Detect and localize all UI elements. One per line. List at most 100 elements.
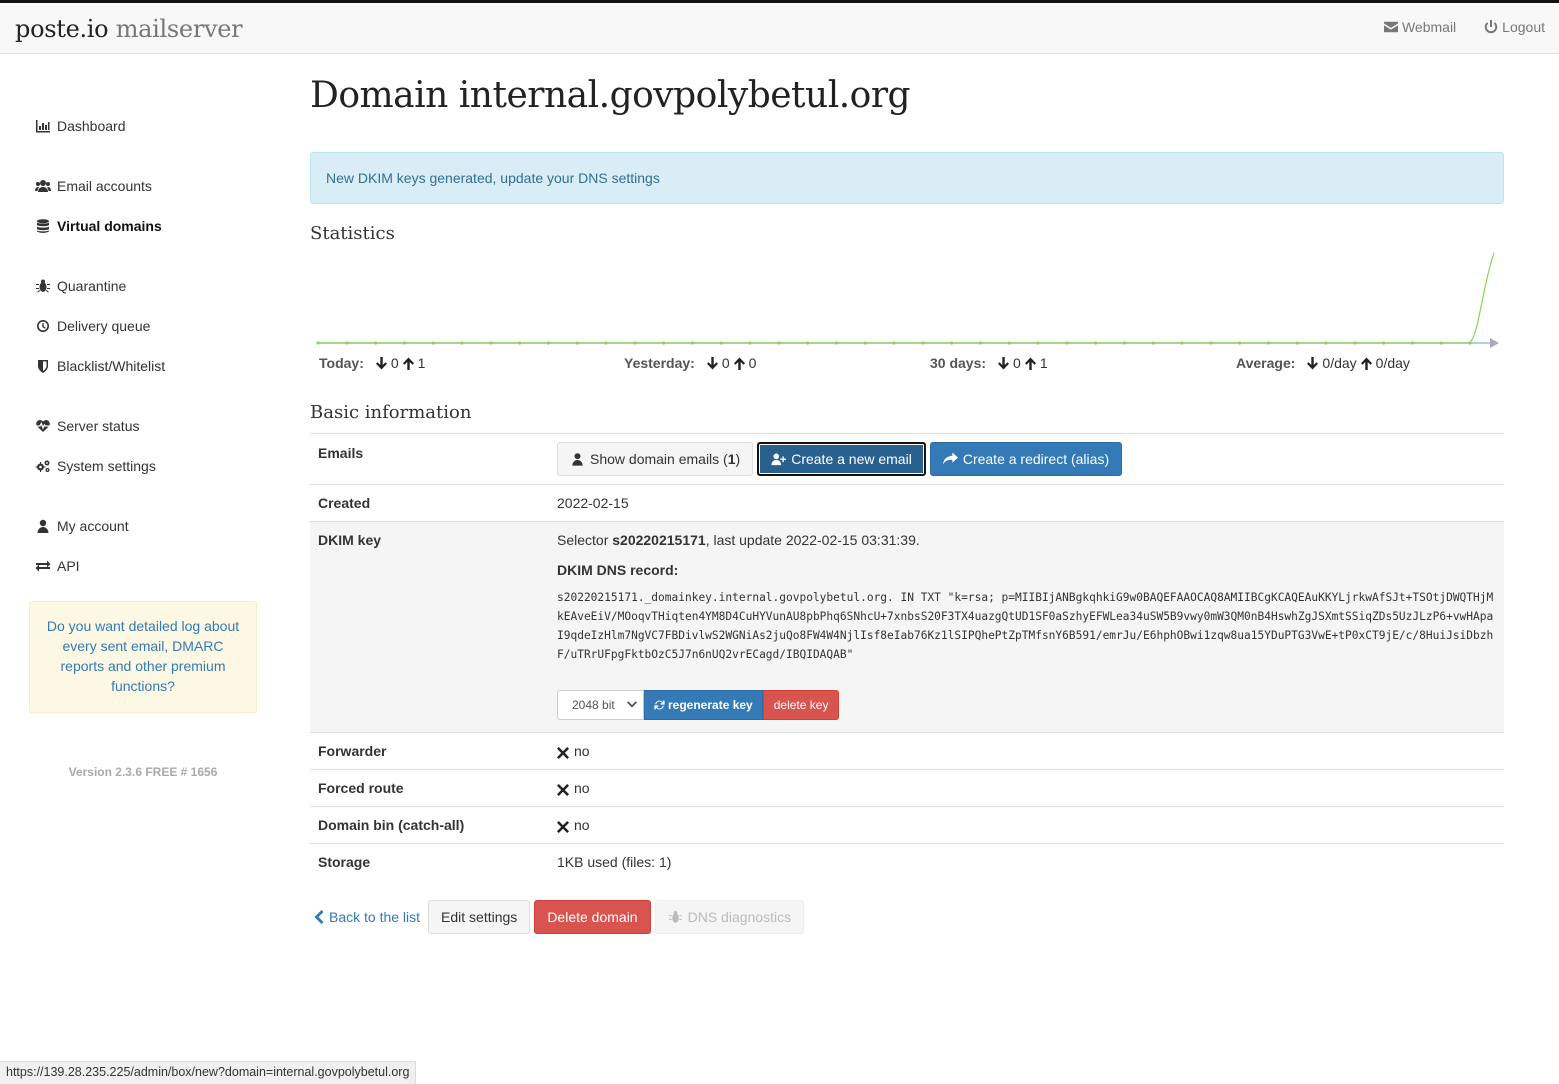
sidebar-item-label: API bbox=[57, 558, 80, 574]
stat-label: Today: bbox=[319, 355, 364, 371]
premium-promo[interactable]: Do you want detailed log about every sen… bbox=[29, 601, 257, 713]
dkim-dns-record[interactable]: s20220215171._domainkey.internal.govpoly… bbox=[557, 588, 1497, 664]
domain-actions: Back to the list Edit settings Delete do… bbox=[310, 900, 805, 934]
dkim-details: Selector s20220215171, last update 2022-… bbox=[557, 532, 1497, 720]
version-label: Version 2.3.6 FREE # 1656 bbox=[68, 765, 218, 779]
stat-up-value: 0/day bbox=[1375, 355, 1410, 371]
sidebar-item-label: Dashboard bbox=[57, 118, 126, 134]
dns-diagnostics-label: DNS diagnostics bbox=[687, 909, 792, 925]
sidebar-item-label: Quarantine bbox=[57, 278, 127, 294]
row-forwarder: Forwarder no bbox=[310, 732, 1504, 769]
stat-30-days: 30 days: 0 1 bbox=[930, 355, 1048, 371]
back-to-list-link[interactable]: Back to the list bbox=[310, 900, 424, 934]
stat-up-value: 1 bbox=[417, 355, 426, 371]
statistics-chart bbox=[316, 252, 1499, 348]
dkim-key-controls: 2048 bit regenerate key delete key bbox=[557, 690, 1497, 720]
database-icon bbox=[37, 219, 49, 233]
sidebar-item-api[interactable]: API bbox=[35, 558, 80, 574]
user-icon bbox=[37, 519, 49, 533]
stat-label: Yesterday: bbox=[624, 355, 695, 371]
sidebar-item-server-status[interactable]: Server status bbox=[35, 418, 139, 434]
row-forced-route: Forced route no bbox=[310, 769, 1504, 806]
forced-route-value: no bbox=[557, 780, 590, 796]
sidebar-item-email-accounts[interactable]: Email accounts bbox=[35, 178, 152, 194]
arrow-up-icon bbox=[1360, 357, 1372, 370]
row-label: Forced route bbox=[318, 780, 404, 796]
regenerate-key-label: regenerate key bbox=[668, 698, 753, 712]
sidebar-item-label: My account bbox=[57, 518, 129, 534]
sidebar-item-blacklist-whitelist[interactable]: Blacklist/Whitelist bbox=[35, 358, 165, 374]
row-label: Storage bbox=[318, 854, 371, 870]
stat-down-value: 0 bbox=[721, 355, 730, 371]
bug-icon bbox=[668, 910, 682, 923]
brand-sub: mailserver bbox=[115, 15, 243, 43]
create-redirect-button[interactable]: Create a redirect (alias) bbox=[929, 442, 1123, 476]
sidebar-item-system-settings[interactable]: System settings bbox=[35, 458, 156, 474]
stat-down-value: 0/day bbox=[1322, 355, 1357, 371]
sidebar-item-my-account[interactable]: My account bbox=[35, 518, 129, 534]
back-label: Back to the list bbox=[329, 909, 421, 925]
browser-status-bar: https://139.28.235.225/admin/box/new?dom… bbox=[0, 1061, 417, 1084]
stat-average: Average: 0/day 0/day bbox=[1236, 355, 1410, 371]
delete-domain-label: Delete domain bbox=[547, 909, 638, 925]
gears-icon bbox=[35, 460, 50, 472]
logout-link[interactable]: Logout bbox=[1484, 19, 1545, 35]
arrow-up-icon bbox=[733, 357, 745, 370]
dkim-selector-line: Selector s20220215171, last update 2022-… bbox=[557, 532, 920, 548]
sidebar-item-label: Server status bbox=[57, 418, 140, 434]
close-icon bbox=[557, 821, 569, 833]
stat-label: Average: bbox=[1236, 355, 1296, 371]
chevron-left-icon bbox=[314, 910, 324, 924]
key-size-value: 2048 bit bbox=[572, 698, 615, 712]
chart-axis-arrow bbox=[1490, 338, 1499, 348]
stat-yesterday: Yesterday: 0 0 bbox=[624, 355, 756, 371]
domain-bin-value: no bbox=[557, 817, 590, 833]
sidebar-item-label: Delivery queue bbox=[57, 318, 151, 334]
create-new-email-button[interactable]: Create a new email bbox=[757, 442, 926, 476]
edit-settings-button[interactable]: Edit settings bbox=[428, 900, 531, 934]
logout-label: Logout bbox=[1502, 19, 1545, 35]
delete-key-button[interactable]: delete key bbox=[762, 690, 840, 720]
row-label: Created bbox=[318, 495, 371, 511]
users-icon bbox=[35, 180, 51, 192]
stat-up-value: 0 bbox=[748, 355, 757, 371]
stat-down-value: 0 bbox=[390, 355, 399, 371]
row-dkim: DKIM key Selector s20220215171, last upd… bbox=[310, 521, 1504, 732]
webmail-link[interactable]: Webmail bbox=[1383, 19, 1456, 35]
page-title: Domain internal.govpolybetul.org bbox=[310, 75, 911, 116]
storage-value: 1KB used (files: 1) bbox=[557, 854, 672, 870]
exchange-icon bbox=[35, 560, 51, 572]
brand-logo[interactable]: poste.io mailserver bbox=[15, 15, 243, 43]
dkim-selector: s20220215171 bbox=[612, 532, 706, 548]
share-icon bbox=[942, 452, 958, 465]
row-created: Created 2022-02-15 bbox=[310, 484, 1504, 521]
regenerate-key-button[interactable]: regenerate key bbox=[644, 690, 763, 720]
alert-text: New DKIM keys generated, update your DNS… bbox=[326, 170, 660, 186]
bug-icon bbox=[36, 279, 50, 293]
row-label: Domain bin (catch-all) bbox=[318, 817, 465, 833]
close-icon bbox=[557, 747, 569, 759]
show-domain-emails-button[interactable]: Show domain emails (1) bbox=[557, 442, 754, 476]
envelope-icon bbox=[1383, 21, 1398, 33]
stat-up-value: 1 bbox=[1039, 355, 1048, 371]
sidebar-item-dashboard[interactable]: Dashboard bbox=[35, 118, 126, 134]
forwarder-value: no bbox=[557, 743, 590, 759]
dns-diagnostics-button[interactable]: DNS diagnostics bbox=[654, 900, 805, 934]
sidebar-item-quarantine[interactable]: Quarantine bbox=[35, 278, 126, 294]
key-size-select[interactable]: 2048 bit bbox=[557, 690, 644, 720]
row-label: Emails bbox=[318, 445, 364, 461]
delete-key-label: delete key bbox=[773, 698, 829, 712]
sidebar-item-virtual-domains[interactable]: Virtual domains bbox=[35, 218, 162, 234]
arrow-down-icon bbox=[706, 356, 718, 369]
delete-domain-button[interactable]: Delete domain bbox=[534, 900, 651, 934]
bar-chart-icon bbox=[36, 120, 50, 133]
row-domain-bin: Domain bin (catch-all) no bbox=[310, 806, 1504, 843]
row-emails: Emails Show domain emails (1) Create a n… bbox=[310, 433, 1504, 484]
arrow-down-icon bbox=[998, 356, 1010, 369]
sidebar-item-label: System settings bbox=[57, 458, 156, 474]
created-value: 2022-02-15 bbox=[557, 495, 629, 511]
create-redirect-label: Create a redirect (alias) bbox=[962, 451, 1110, 467]
edit-label: Edit settings bbox=[441, 909, 518, 925]
sidebar-item-delivery-queue[interactable]: Delivery queue bbox=[35, 318, 150, 334]
top-navbar: poste.io mailserver Webmail Logout bbox=[0, 3, 1559, 54]
